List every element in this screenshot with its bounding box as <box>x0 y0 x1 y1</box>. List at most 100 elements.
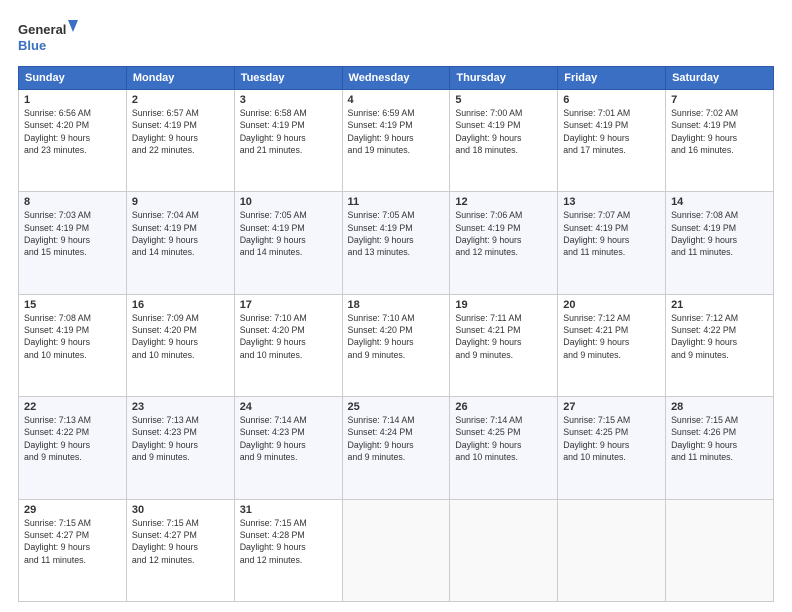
calendar-cell: 31Sunrise: 7:15 AM Sunset: 4:28 PM Dayli… <box>234 499 342 601</box>
day-info: Sunrise: 7:03 AM Sunset: 4:19 PM Dayligh… <box>24 209 121 258</box>
day-info: Sunrise: 7:13 AM Sunset: 4:23 PM Dayligh… <box>132 414 229 463</box>
day-info: Sunrise: 7:14 AM Sunset: 4:23 PM Dayligh… <box>240 414 337 463</box>
day-info: Sunrise: 6:58 AM Sunset: 4:19 PM Dayligh… <box>240 107 337 156</box>
day-of-week-monday: Monday <box>126 67 234 90</box>
day-info: Sunrise: 7:05 AM Sunset: 4:19 PM Dayligh… <box>240 209 337 258</box>
day-info: Sunrise: 7:11 AM Sunset: 4:21 PM Dayligh… <box>455 312 552 361</box>
calendar-cell: 18Sunrise: 7:10 AM Sunset: 4:20 PM Dayli… <box>342 294 450 396</box>
day-info: Sunrise: 7:06 AM Sunset: 4:19 PM Dayligh… <box>455 209 552 258</box>
calendar-cell: 20Sunrise: 7:12 AM Sunset: 4:21 PM Dayli… <box>558 294 666 396</box>
day-number: 14 <box>671 196 768 208</box>
day-number: 20 <box>563 299 660 311</box>
calendar-cell: 27Sunrise: 7:15 AM Sunset: 4:25 PM Dayli… <box>558 397 666 499</box>
calendar-cell <box>342 499 450 601</box>
day-number: 4 <box>348 94 445 106</box>
day-of-week-friday: Friday <box>558 67 666 90</box>
calendar-cell: 12Sunrise: 7:06 AM Sunset: 4:19 PM Dayli… <box>450 192 558 294</box>
day-number: 30 <box>132 504 229 516</box>
day-info: Sunrise: 7:08 AM Sunset: 4:19 PM Dayligh… <box>671 209 768 258</box>
day-of-week-saturday: Saturday <box>666 67 774 90</box>
page: General Blue SundayMondayTuesdayWednesda… <box>0 0 792 612</box>
week-row-1: 1Sunrise: 6:56 AM Sunset: 4:20 PM Daylig… <box>19 90 774 192</box>
day-info: Sunrise: 7:09 AM Sunset: 4:20 PM Dayligh… <box>132 312 229 361</box>
calendar-cell: 13Sunrise: 7:07 AM Sunset: 4:19 PM Dayli… <box>558 192 666 294</box>
calendar-cell: 16Sunrise: 7:09 AM Sunset: 4:20 PM Dayli… <box>126 294 234 396</box>
calendar-cell: 29Sunrise: 7:15 AM Sunset: 4:27 PM Dayli… <box>19 499 127 601</box>
day-number: 24 <box>240 401 337 413</box>
day-number: 9 <box>132 196 229 208</box>
day-number: 19 <box>455 299 552 311</box>
day-number: 17 <box>240 299 337 311</box>
day-info: Sunrise: 7:12 AM Sunset: 4:21 PM Dayligh… <box>563 312 660 361</box>
calendar-cell: 4Sunrise: 6:59 AM Sunset: 4:19 PM Daylig… <box>342 90 450 192</box>
calendar-cell: 8Sunrise: 7:03 AM Sunset: 4:19 PM Daylig… <box>19 192 127 294</box>
day-number: 31 <box>240 504 337 516</box>
calendar-cell <box>558 499 666 601</box>
day-of-week-wednesday: Wednesday <box>342 67 450 90</box>
calendar-cell: 6Sunrise: 7:01 AM Sunset: 4:19 PM Daylig… <box>558 90 666 192</box>
calendar-cell: 14Sunrise: 7:08 AM Sunset: 4:19 PM Dayli… <box>666 192 774 294</box>
day-number: 23 <box>132 401 229 413</box>
day-info: Sunrise: 7:05 AM Sunset: 4:19 PM Dayligh… <box>348 209 445 258</box>
day-info: Sunrise: 7:14 AM Sunset: 4:25 PM Dayligh… <box>455 414 552 463</box>
day-info: Sunrise: 7:07 AM Sunset: 4:19 PM Dayligh… <box>563 209 660 258</box>
day-number: 10 <box>240 196 337 208</box>
day-info: Sunrise: 7:14 AM Sunset: 4:24 PM Dayligh… <box>348 414 445 463</box>
day-number: 26 <box>455 401 552 413</box>
day-info: Sunrise: 7:12 AM Sunset: 4:22 PM Dayligh… <box>671 312 768 361</box>
day-info: Sunrise: 6:56 AM Sunset: 4:20 PM Dayligh… <box>24 107 121 156</box>
calendar-cell: 19Sunrise: 7:11 AM Sunset: 4:21 PM Dayli… <box>450 294 558 396</box>
day-number: 22 <box>24 401 121 413</box>
header: General Blue <box>18 18 774 56</box>
day-number: 7 <box>671 94 768 106</box>
day-number: 18 <box>348 299 445 311</box>
calendar-cell <box>666 499 774 601</box>
day-info: Sunrise: 6:57 AM Sunset: 4:19 PM Dayligh… <box>132 107 229 156</box>
calendar-cell: 15Sunrise: 7:08 AM Sunset: 4:19 PM Dayli… <box>19 294 127 396</box>
day-info: Sunrise: 7:01 AM Sunset: 4:19 PM Dayligh… <box>563 107 660 156</box>
calendar-cell: 5Sunrise: 7:00 AM Sunset: 4:19 PM Daylig… <box>450 90 558 192</box>
svg-text:Blue: Blue <box>18 38 46 53</box>
day-info: Sunrise: 7:08 AM Sunset: 4:19 PM Dayligh… <box>24 312 121 361</box>
day-number: 5 <box>455 94 552 106</box>
calendar-cell: 30Sunrise: 7:15 AM Sunset: 4:27 PM Dayli… <box>126 499 234 601</box>
day-info: Sunrise: 7:10 AM Sunset: 4:20 PM Dayligh… <box>240 312 337 361</box>
day-number: 8 <box>24 196 121 208</box>
day-number: 16 <box>132 299 229 311</box>
day-number: 2 <box>132 94 229 106</box>
day-number: 15 <box>24 299 121 311</box>
day-info: Sunrise: 7:00 AM Sunset: 4:19 PM Dayligh… <box>455 107 552 156</box>
calendar-cell: 26Sunrise: 7:14 AM Sunset: 4:25 PM Dayli… <box>450 397 558 499</box>
day-number: 11 <box>348 196 445 208</box>
calendar: SundayMondayTuesdayWednesdayThursdayFrid… <box>18 66 774 602</box>
calendar-cell: 9Sunrise: 7:04 AM Sunset: 4:19 PM Daylig… <box>126 192 234 294</box>
calendar-cell: 22Sunrise: 7:13 AM Sunset: 4:22 PM Dayli… <box>19 397 127 499</box>
day-of-week-thursday: Thursday <box>450 67 558 90</box>
day-number: 6 <box>563 94 660 106</box>
calendar-cell: 28Sunrise: 7:15 AM Sunset: 4:26 PM Dayli… <box>666 397 774 499</box>
day-number: 29 <box>24 504 121 516</box>
day-number: 28 <box>671 401 768 413</box>
day-number: 3 <box>240 94 337 106</box>
calendar-cell: 23Sunrise: 7:13 AM Sunset: 4:23 PM Dayli… <box>126 397 234 499</box>
day-info: Sunrise: 7:13 AM Sunset: 4:22 PM Dayligh… <box>24 414 121 463</box>
svg-text:General: General <box>18 22 66 37</box>
day-info: Sunrise: 7:02 AM Sunset: 4:19 PM Dayligh… <box>671 107 768 156</box>
calendar-cell: 3Sunrise: 6:58 AM Sunset: 4:19 PM Daylig… <box>234 90 342 192</box>
day-number: 12 <box>455 196 552 208</box>
calendar-cell: 24Sunrise: 7:14 AM Sunset: 4:23 PM Dayli… <box>234 397 342 499</box>
day-info: Sunrise: 7:15 AM Sunset: 4:27 PM Dayligh… <box>24 517 121 566</box>
calendar-cell: 7Sunrise: 7:02 AM Sunset: 4:19 PM Daylig… <box>666 90 774 192</box>
day-info: Sunrise: 7:15 AM Sunset: 4:26 PM Dayligh… <box>671 414 768 463</box>
week-row-4: 22Sunrise: 7:13 AM Sunset: 4:22 PM Dayli… <box>19 397 774 499</box>
logo-svg: General Blue <box>18 18 78 56</box>
day-info: Sunrise: 7:10 AM Sunset: 4:20 PM Dayligh… <box>348 312 445 361</box>
logo: General Blue <box>18 18 78 56</box>
calendar-cell: 2Sunrise: 6:57 AM Sunset: 4:19 PM Daylig… <box>126 90 234 192</box>
week-row-3: 15Sunrise: 7:08 AM Sunset: 4:19 PM Dayli… <box>19 294 774 396</box>
day-info: Sunrise: 6:59 AM Sunset: 4:19 PM Dayligh… <box>348 107 445 156</box>
day-number: 27 <box>563 401 660 413</box>
calendar-cell: 17Sunrise: 7:10 AM Sunset: 4:20 PM Dayli… <box>234 294 342 396</box>
day-info: Sunrise: 7:15 AM Sunset: 4:28 PM Dayligh… <box>240 517 337 566</box>
week-row-5: 29Sunrise: 7:15 AM Sunset: 4:27 PM Dayli… <box>19 499 774 601</box>
